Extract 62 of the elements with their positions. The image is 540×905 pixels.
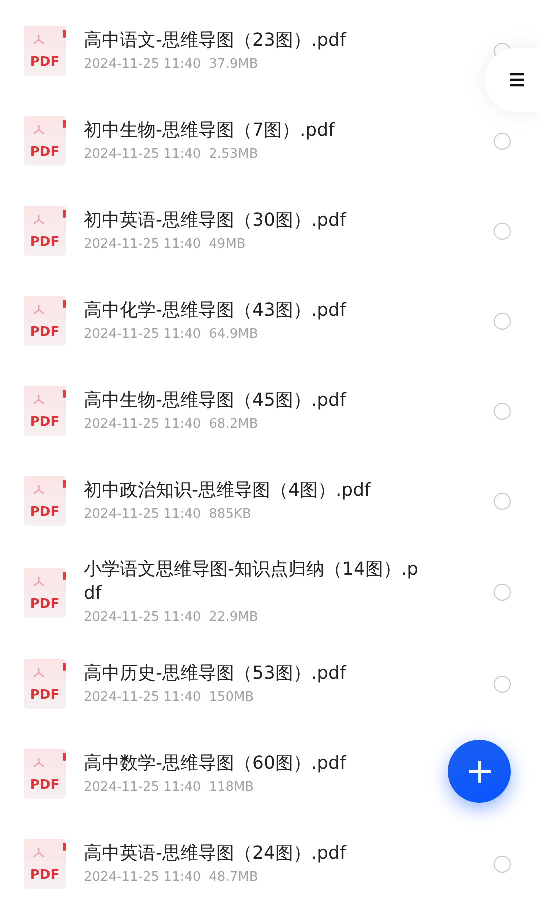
acrobat-icon — [32, 757, 46, 769]
file-date: 2024-11-25 11:40 — [84, 778, 202, 796]
file-date: 2024-11-25 11:40 — [84, 416, 202, 434]
file-name[interactable]: 高中历史-思维导图（53图）.pdf — [84, 662, 429, 686]
pdf-label: PDF — [30, 506, 60, 520]
file-size: 2.53MB — [209, 146, 258, 164]
pdf-label: PDF — [30, 56, 60, 70]
select-radio[interactable] — [494, 132, 511, 150]
file-size: 22.9MB — [209, 609, 258, 627]
pdf-label: PDF — [30, 598, 60, 612]
pdf-label: PDF — [30, 779, 60, 793]
file-name[interactable]: 高中数学-思维导图（60图）.pdf — [84, 752, 429, 776]
acrobat-icon — [32, 847, 46, 859]
file-size: 64.9MB — [209, 326, 258, 344]
acrobat-icon — [32, 34, 46, 46]
acrobat-icon — [32, 214, 46, 226]
pdf-label: PDF — [30, 236, 60, 250]
file-name[interactable]: 初中政治知识-思维导图（4图）.pdf — [84, 478, 429, 502]
acrobat-icon — [32, 124, 46, 136]
select-radio[interactable] — [494, 402, 511, 420]
file-name[interactable]: 高中英语-思维导图（24图）.pdf — [84, 842, 429, 866]
file-name[interactable]: 初中英语-思维导图（30图）.pdf — [84, 208, 429, 232]
pdf-label: PDF — [30, 326, 60, 340]
select-radio[interactable] — [494, 312, 511, 330]
file-size: 118MB — [209, 778, 254, 796]
select-radio[interactable] — [494, 584, 511, 601]
file-date: 2024-11-25 11:40 — [84, 506, 202, 524]
file-date: 2024-11-25 11:40 — [84, 868, 202, 886]
acrobat-icon — [32, 667, 46, 679]
acrobat-icon — [32, 484, 46, 496]
acrobat-icon — [32, 394, 46, 406]
add-button[interactable] — [448, 740, 511, 803]
file-date: 2024-11-25 11:40 — [84, 688, 202, 706]
file-name[interactable]: 高中生物-思维导图（45图）.pdf — [84, 388, 429, 412]
menu-icon — [509, 72, 525, 88]
file-name[interactable]: 高中化学-思维导图（43图）.pdf — [84, 298, 429, 322]
file-date: 2024-11-25 11:40 — [84, 236, 202, 254]
pdf-label: PDF — [30, 146, 60, 160]
file-date: 2024-11-25 11:40 — [84, 326, 202, 344]
acrobat-icon — [32, 576, 46, 588]
plus-icon — [468, 760, 490, 782]
file-size: 68.2MB — [209, 416, 258, 434]
select-radio[interactable] — [494, 676, 511, 692]
file-name[interactable]: 小学语文思维导图-知识点归纳（14图）.pdf — [84, 558, 429, 606]
acrobat-icon — [32, 304, 46, 316]
pdf-label: PDF — [30, 869, 60, 883]
file-size: 885KB — [209, 506, 252, 524]
file-name[interactable]: 高中语文-思维导图（23图）.pdf — [84, 28, 429, 52]
select-radio[interactable] — [494, 856, 511, 872]
select-radio[interactable] — [494, 222, 511, 240]
pdf-label: PDF — [30, 416, 60, 430]
pdf-label: PDF — [30, 689, 60, 703]
floating-menu[interactable] — [485, 48, 540, 112]
file-date: 2024-11-25 11:40 — [84, 146, 202, 164]
file-date: 2024-11-25 11:40 — [84, 609, 202, 627]
file-date: 2024-11-25 11:40 — [84, 56, 202, 74]
file-size: 150MB — [209, 688, 254, 706]
select-radio[interactable] — [494, 492, 511, 510]
file-size: 49MB — [209, 236, 246, 254]
file-name[interactable]: 初中生物-思维导图（7图）.pdf — [84, 118, 429, 142]
file-size: 37.9MB — [209, 56, 258, 74]
file-size: 48.7MB — [209, 868, 258, 886]
